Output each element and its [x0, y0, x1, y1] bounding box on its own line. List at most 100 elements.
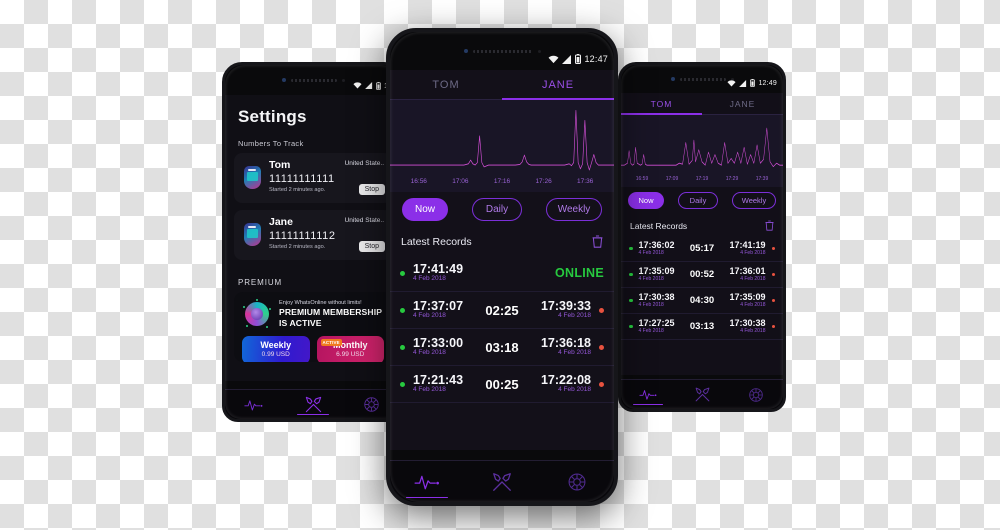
plan-name: Weekly	[260, 340, 292, 350]
record-duration: 00:25	[485, 376, 519, 392]
phone-right-screen: TOM JANE 16:59 17:09 17:19 17:29 17:39 N…	[621, 93, 783, 375]
earpiece-speaker-icon	[472, 49, 533, 53]
phone-center-screen: TOM JANE 16:56 17:06 17:16 17:26 17:36 N…	[390, 70, 614, 450]
nav-item-pulse[interactable]	[225, 390, 284, 419]
section-premium-label: PREMIUM	[238, 278, 283, 287]
premium-badge-icon	[242, 299, 272, 329]
table-row[interactable]: 17:41:49 4 Feb 2018 ONLINE	[390, 255, 614, 292]
chart-x-axis-right: 16:59 17:09 17:19 17:29 17:39	[621, 175, 783, 182]
phone-center-jane: 12:47 TOM JANE 16:56 17:06 17:16 17:26 1…	[386, 28, 618, 506]
page-title: Settings	[238, 107, 307, 126]
x-tick: 16:56	[410, 178, 427, 185]
table-row[interactable]: 17:35:09 4 Feb 2018 00:52 17:36:01 4 Feb…	[621, 262, 783, 288]
trash-icon[interactable]	[592, 235, 603, 248]
nav-item-pulse[interactable]	[621, 380, 675, 409]
contact-tabs-right: TOM JANE	[621, 93, 783, 115]
plan-weekly[interactable]: Weekly 0.99 USD	[242, 336, 310, 362]
record-start-date: 4 Feb 2018	[638, 327, 664, 334]
nav-item-tools[interactable]	[675, 380, 729, 409]
activity-chart-right: 16:59 17:09 17:19 17:29 17:39	[621, 115, 783, 187]
record-duration: 05:17	[689, 243, 715, 254]
wifi-icon	[353, 82, 362, 89]
table-row[interactable]: 17:30:38 4 Feb 2018 04:30 17:35:09 4 Feb…	[621, 288, 783, 314]
range-daily-button[interactable]: Daily	[678, 191, 718, 209]
record-duration: 00:52	[689, 269, 715, 280]
range-now-button[interactable]: Now	[628, 191, 664, 209]
tools-icon	[305, 396, 321, 413]
x-tick: 17:29	[725, 176, 739, 182]
range-weekly-button[interactable]: Weekly	[546, 197, 602, 221]
stop-button[interactable]: Stop	[358, 184, 385, 195]
record-end-date: 4 Feb 2018	[558, 349, 591, 357]
battery-icon	[750, 79, 756, 87]
avatar	[241, 220, 263, 250]
globe-icon	[364, 397, 379, 412]
range-daily-button[interactable]: Daily	[472, 197, 522, 221]
globe-icon	[749, 387, 763, 402]
table-row[interactable]: 17:21:43 4 Feb 2018 00:25 17:22:08 4 Feb…	[390, 366, 614, 403]
end-status-dot	[599, 381, 604, 387]
nav-item-pulse[interactable]	[390, 461, 465, 502]
start-status-dot	[629, 246, 633, 251]
table-row[interactable]: 17:33:00 4 Feb 2018 03:18 17:36:18 4 Feb…	[390, 329, 614, 366]
nav-item-tools[interactable]	[284, 390, 343, 419]
phone-left-settings: 12: Settings Numbers To Track Tom 111111…	[222, 62, 404, 422]
premium-membership-card[interactable]: Enjoy WhatsOnline without limits! PREMIU…	[234, 292, 392, 362]
tools-icon	[493, 472, 511, 491]
contact-card[interactable]: Tom 11111111111 Started 2 minutes ago. U…	[234, 153, 392, 203]
start-status-dot	[629, 324, 633, 329]
start-status-dot	[629, 272, 633, 277]
tools-icon	[695, 387, 709, 402]
status-bar-right: 12:49	[727, 79, 777, 87]
record-online-status: ONLINE	[554, 266, 604, 280]
phone-left-bezel	[225, 65, 401, 95]
proximity-sensor-icon	[537, 49, 541, 53]
start-status-dot	[400, 344, 405, 350]
nav-item-globe[interactable]	[539, 461, 614, 502]
trash-icon[interactable]	[765, 220, 774, 231]
premium-headline-1: PREMIUM MEMBERSHIP	[279, 307, 383, 317]
x-tick: 16:59	[635, 176, 649, 182]
start-status-dot	[400, 381, 405, 387]
status-bar-center: 12:47	[548, 54, 608, 64]
phone-right-tom: 12:49 TOM JANE 16:59 17:09 17:19 17:29 1…	[618, 62, 786, 412]
contact-card[interactable]: Jane 11111111112 Started 2 minutes ago. …	[234, 210, 392, 260]
premium-tagline: Enjoy WhatsOnline without limits!	[279, 300, 362, 306]
screenshot-stage: 12: Settings Numbers To Track Tom 111111…	[0, 0, 1000, 530]
table-row[interactable]: 17:37:07 4 Feb 2018 02:25 17:39:33 4 Feb…	[390, 292, 614, 329]
wifi-icon	[549, 55, 559, 63]
front-camera-icon	[670, 77, 675, 81]
nav-item-tools[interactable]	[465, 461, 540, 502]
nav-item-globe[interactable]	[729, 380, 783, 409]
signal-icon	[562, 54, 572, 64]
bottom-navigation-left	[225, 389, 401, 419]
table-row[interactable]: 17:27:25 4 Feb 2018 03:13 17:30:38 4 Feb…	[621, 314, 783, 340]
stop-button[interactable]: Stop	[358, 241, 385, 252]
phone-center-bezel	[390, 32, 614, 70]
x-tick: 17:19	[695, 176, 709, 182]
tab-jane[interactable]: JANE	[702, 99, 783, 109]
tab-tom[interactable]: TOM	[621, 99, 702, 109]
bottom-navigation-center	[390, 460, 614, 502]
earpiece-speaker-icon	[290, 78, 337, 82]
range-now-button[interactable]: Now	[402, 197, 448, 221]
signal-icon	[739, 79, 747, 87]
record-end-date: 4 Feb 2018	[740, 249, 766, 256]
signal-icon	[365, 82, 373, 89]
activity-line-chart	[390, 110, 614, 171]
plan-monthly[interactable]: ACTIVE Monthly 6.99 USD	[316, 336, 384, 362]
record-start-date: 4 Feb 2018	[638, 301, 664, 308]
end-status-dot	[771, 246, 775, 251]
table-row[interactable]: 17:36:02 4 Feb 2018 05:17 17:41:19 4 Feb…	[621, 236, 783, 262]
tab-jane[interactable]: JANE	[502, 79, 614, 91]
globe-icon	[568, 473, 586, 490]
battery-icon	[376, 81, 381, 90]
tab-tom[interactable]: TOM	[390, 79, 502, 91]
pulse-icon	[414, 475, 439, 489]
activity-line-chart	[621, 127, 783, 168]
range-weekly-button[interactable]: Weekly	[732, 191, 776, 209]
record-duration: 04:30	[689, 295, 715, 306]
x-tick: 17:36	[577, 178, 594, 185]
phone-left-screen: Settings Numbers To Track Tom 1111111111…	[225, 95, 401, 381]
front-camera-icon	[463, 49, 468, 53]
